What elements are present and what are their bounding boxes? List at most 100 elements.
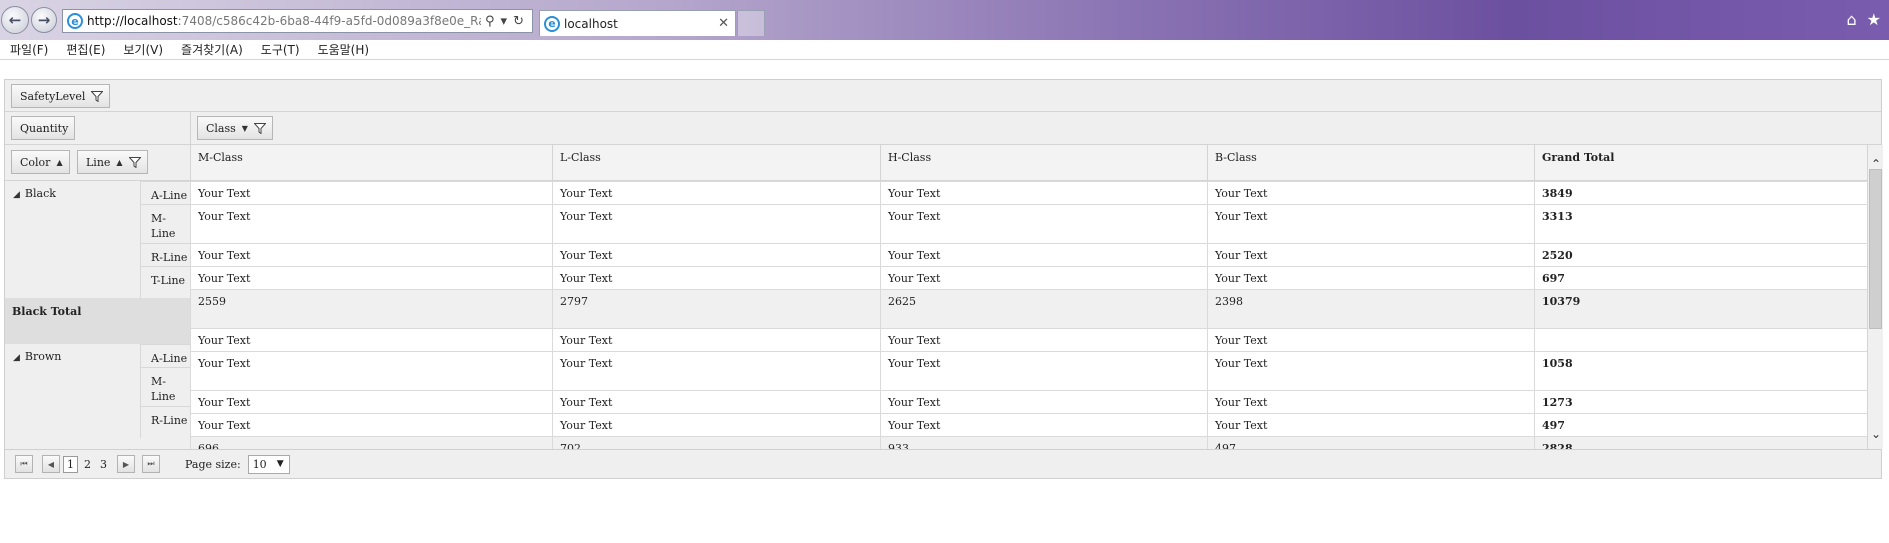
menu-favorites[interactable]: 즐겨찾기(A) [171, 41, 251, 58]
data-cell: Your Text [1207, 352, 1534, 390]
data-cell: Your Text [1207, 205, 1534, 243]
filter-zone: SafetyLevel [5, 80, 1881, 112]
table-row: Your Text Your Text Your Text Your Text … [190, 204, 1867, 243]
vertical-scrollbar[interactable]: ⌃ ⌄ [1867, 145, 1883, 449]
data-cell: 2398 [1207, 290, 1534, 328]
url-text[interactable]: http://localhost:7408/c586c42b-6ba8-44f9… [87, 14, 481, 28]
row-header-line: A-Line [140, 181, 190, 204]
prev-page-button[interactable]: ◀ [42, 455, 60, 473]
sort-asc-icon[interactable]: ▲ [56, 158, 62, 167]
data-cell: Your Text [552, 244, 880, 266]
data-cell: Your Text [880, 329, 1207, 351]
first-page-button[interactable]: ⏮ [15, 455, 33, 473]
filter-icon[interactable] [253, 122, 266, 134]
safetylevel-field-button[interactable]: SafetyLevel [11, 84, 111, 108]
page-size-value: 10 [252, 457, 267, 471]
forward-arrow-icon: → [37, 11, 51, 29]
next-page-button[interactable]: ▶ [117, 455, 135, 473]
page-size-label: Page size: [185, 457, 241, 471]
data-cell: Your Text [190, 244, 552, 266]
url-host: http://localhost [87, 14, 178, 28]
color-field-button[interactable]: Color ▲ [11, 150, 70, 174]
page-size-select[interactable]: 10 ▼ [247, 454, 290, 474]
menu-help[interactable]: 도움말(H) [308, 41, 378, 58]
data-cell: 2559 [190, 290, 552, 328]
data-cell: Your Text [880, 414, 1207, 436]
data-cell: Your Text [190, 352, 552, 390]
data-cell: 2625 [880, 290, 1207, 328]
tab-ie-icon: e [544, 15, 560, 32]
scroll-down-icon[interactable]: ⌄ [1870, 427, 1882, 441]
table-row: 696 702 933 497 2828 [190, 436, 1867, 449]
safetylevel-label: SafetyLevel [20, 89, 86, 103]
sort-desc-icon[interactable]: ▼ [242, 124, 248, 133]
grand-total-cell: 1273 [1534, 391, 1867, 413]
page-number[interactable]: 3 [97, 457, 110, 472]
tab-title: localhost [564, 16, 618, 31]
ie-logo-icon: e [67, 13, 83, 29]
row-header-black[interactable]: ◢ Black [5, 181, 140, 200]
quantity-field-button[interactable]: Quantity [11, 116, 76, 140]
grand-total-cell: 3849 [1534, 182, 1867, 204]
dropdown-icon[interactable]: ▾ [501, 14, 508, 29]
row-header-area: ◢ Black A-Line M-Line R-Line T-Line Black… [5, 181, 190, 449]
new-tab-button[interactable] [737, 10, 765, 36]
data-cell: Your Text [552, 352, 880, 390]
row-header-line: A-Line [140, 344, 190, 367]
refresh-icon[interactable]: ↻ [513, 14, 524, 29]
back-button[interactable]: ← [1, 6, 29, 34]
row-header-brown-label: Brown [24, 350, 62, 363]
grand-total-cell: 2520 [1534, 244, 1867, 266]
data-cell: Your Text [1207, 414, 1534, 436]
browser-tab[interactable]: e localhost ✕ [539, 10, 736, 36]
pivot-grid: SafetyLevel Quantity Class ▼ Color ▲ Lin… [4, 79, 1883, 479]
grand-total-cell: 10379 [1534, 290, 1867, 328]
grand-total-cell [1534, 329, 1867, 351]
close-tab-icon[interactable]: ✕ [718, 16, 729, 31]
scrollbar-thumb[interactable] [1869, 169, 1882, 329]
menu-file[interactable]: 파일(F) [0, 41, 56, 58]
row-header-line: R-Line [140, 406, 190, 438]
collapse-icon[interactable]: ◢ [13, 190, 20, 200]
data-cell: 696 [190, 437, 552, 449]
table-row: Your Text Your Text Your Text Your Text … [190, 351, 1867, 390]
address-bar[interactable]: e http://localhost:7408/c586c42b-6ba8-44… [62, 9, 533, 33]
forward-button[interactable]: → [31, 7, 57, 33]
data-cell: Your Text [190, 414, 552, 436]
collapse-icon[interactable]: ◢ [13, 353, 20, 363]
row-header-brown[interactable]: ◢ Brown [5, 344, 140, 363]
data-cell: Your Text [552, 329, 880, 351]
filter-icon[interactable] [128, 156, 141, 168]
data-zone: Quantity [5, 112, 190, 145]
menu-tools[interactable]: 도구(T) [251, 41, 308, 58]
sort-asc-icon[interactable]: ▲ [116, 158, 122, 167]
column-header-row: M-Class L-Class H-Class B-Class Grand To… [190, 145, 1867, 181]
class-field-button[interactable]: Class ▼ [197, 116, 273, 140]
column-header: B-Class [1207, 145, 1534, 181]
row-header-line: M-Line [140, 204, 190, 243]
data-cell: Your Text [190, 329, 552, 351]
last-page-button[interactable]: ⏭ [142, 455, 160, 473]
column-header: L-Class [552, 145, 880, 181]
data-cell: Your Text [190, 205, 552, 243]
search-icon[interactable]: ⚲ [485, 14, 495, 29]
chevron-down-icon: ▼ [276, 459, 284, 469]
data-cell: 497 [1207, 437, 1534, 449]
url-path: :7408/c586c42b-6ba8-44f9-a5fd-0d089a3f8e… [177, 14, 481, 28]
page-number[interactable]: 2 [81, 457, 94, 472]
menu-edit[interactable]: 편집(E) [56, 41, 113, 58]
column-header: H-Class [880, 145, 1207, 181]
data-cell: Your Text [552, 267, 880, 289]
row-header-black-label: Black [24, 187, 56, 200]
data-cell: Your Text [190, 182, 552, 204]
data-cell: Your Text [880, 244, 1207, 266]
data-cell: 702 [552, 437, 880, 449]
favorites-star-icon[interactable]: ★ [1867, 10, 1881, 29]
page-number-current[interactable]: 1 [63, 455, 78, 473]
home-icon[interactable]: ⌂ [1847, 10, 1857, 29]
line-field-button[interactable]: Line ▲ [77, 150, 148, 174]
data-cell: Your Text [552, 182, 880, 204]
data-cell: Your Text [1207, 391, 1534, 413]
filter-icon[interactable] [91, 90, 104, 102]
menu-view[interactable]: 보기(V) [113, 41, 171, 58]
